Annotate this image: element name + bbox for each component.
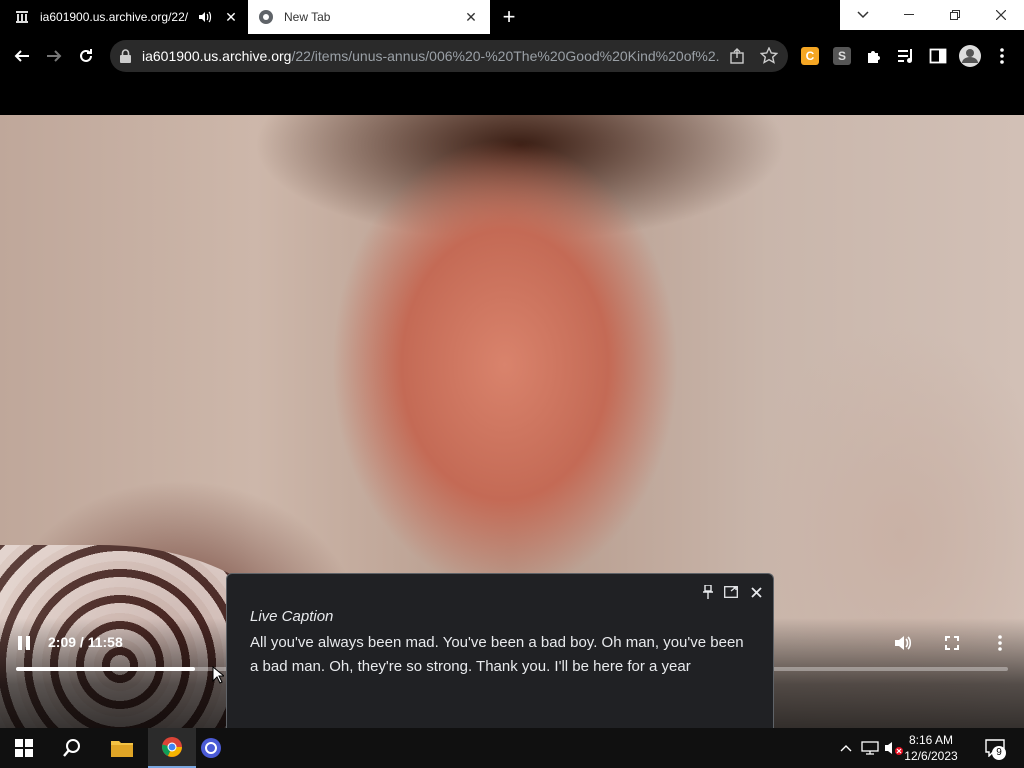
close-window-button[interactable]	[978, 0, 1024, 30]
more-options-icon[interactable]	[990, 633, 1010, 653]
browser-toolbar: ia601900.us.archive.org/22/items/unus-an…	[0, 34, 1024, 78]
side-panel-icon[interactable]	[928, 46, 948, 66]
time-display: 2:09 / 11:58	[48, 634, 123, 650]
url-host: ia601900.us.archive.org	[142, 48, 292, 64]
forward-button[interactable]	[40, 42, 68, 70]
system-clock[interactable]: 8:16 AM 12/6/2023	[896, 732, 966, 764]
extension-c-icon[interactable]: C	[800, 46, 820, 66]
url-text[interactable]: ia601900.us.archive.org/22/items/unus-an…	[142, 48, 720, 64]
notifications-icon[interactable]: 9	[982, 738, 1008, 760]
pause-icon[interactable]	[14, 634, 34, 652]
app-taskbar-icon[interactable]	[196, 728, 226, 768]
svg-text:C: C	[806, 49, 815, 63]
tab-new-tab[interactable]: New Tab ✕	[248, 0, 490, 34]
bookmark-star-icon[interactable]	[759, 46, 779, 70]
extensions-puzzle-icon[interactable]	[864, 46, 884, 66]
close-caption-icon[interactable]	[747, 583, 765, 601]
close-tab-icon[interactable]: ✕	[462, 8, 480, 26]
clock-time: 8:16 AM	[908, 733, 954, 747]
chrome-taskbar-icon[interactable]	[148, 728, 196, 768]
live-caption-title: Live Caption	[250, 608, 334, 625]
clock-date: 12/6/2023	[904, 749, 958, 763]
back-button[interactable]	[8, 42, 36, 70]
tab-search-button[interactable]	[840, 0, 886, 30]
tab-title: New Tab	[284, 10, 331, 24]
chrome-menu-icon[interactable]	[992, 46, 1012, 66]
lock-icon[interactable]	[120, 49, 131, 68]
audio-playing-icon[interactable]	[196, 8, 214, 26]
minimize-button[interactable]	[886, 0, 932, 30]
expand-caption-icon[interactable]	[722, 583, 740, 601]
svg-text:S: S	[838, 49, 846, 63]
chrome-favicon-icon	[258, 9, 274, 25]
close-tab-icon[interactable]: ✕	[222, 8, 240, 26]
fullscreen-icon[interactable]	[942, 633, 962, 653]
search-icon[interactable]	[48, 728, 96, 768]
volume-icon[interactable]	[892, 633, 914, 653]
url-path: /22/items/unus-annus/006%20-%20The%20Goo…	[291, 48, 720, 64]
mouse-cursor-icon	[212, 665, 226, 689]
tab-strip: ia601900.us.archive.org/22/ ✕ New Tab ✕ …	[0, 0, 1024, 34]
reload-button[interactable]	[72, 42, 100, 70]
file-explorer-icon[interactable]	[98, 728, 146, 768]
restore-button[interactable]	[932, 0, 978, 30]
windows-taskbar: 8:16 AM 12/6/2023 9	[0, 728, 1024, 768]
media-controls-icon[interactable]	[896, 46, 916, 66]
notification-count-badge: 9	[992, 746, 1006, 760]
tab-title: ia601900.us.archive.org/22/	[40, 10, 189, 24]
tab-archive[interactable]: ia601900.us.archive.org/22/ ✕	[0, 0, 246, 34]
windows-start-icon[interactable]	[0, 728, 48, 768]
extension-s-icon[interactable]: S	[832, 46, 852, 66]
profile-avatar-icon[interactable]	[958, 44, 982, 68]
network-icon[interactable]	[860, 738, 880, 758]
new-tab-button[interactable]: +	[498, 4, 520, 29]
address-bar[interactable]: ia601900.us.archive.org/22/items/unus-an…	[110, 40, 788, 72]
show-hidden-icons-icon[interactable]	[836, 738, 856, 758]
live-caption-text: All you've always been mad. You've been …	[250, 634, 744, 675]
seek-bar-progress	[16, 667, 195, 671]
pin-icon[interactable]	[699, 583, 717, 601]
archive-favicon-icon	[14, 9, 30, 25]
share-icon[interactable]	[729, 48, 745, 69]
